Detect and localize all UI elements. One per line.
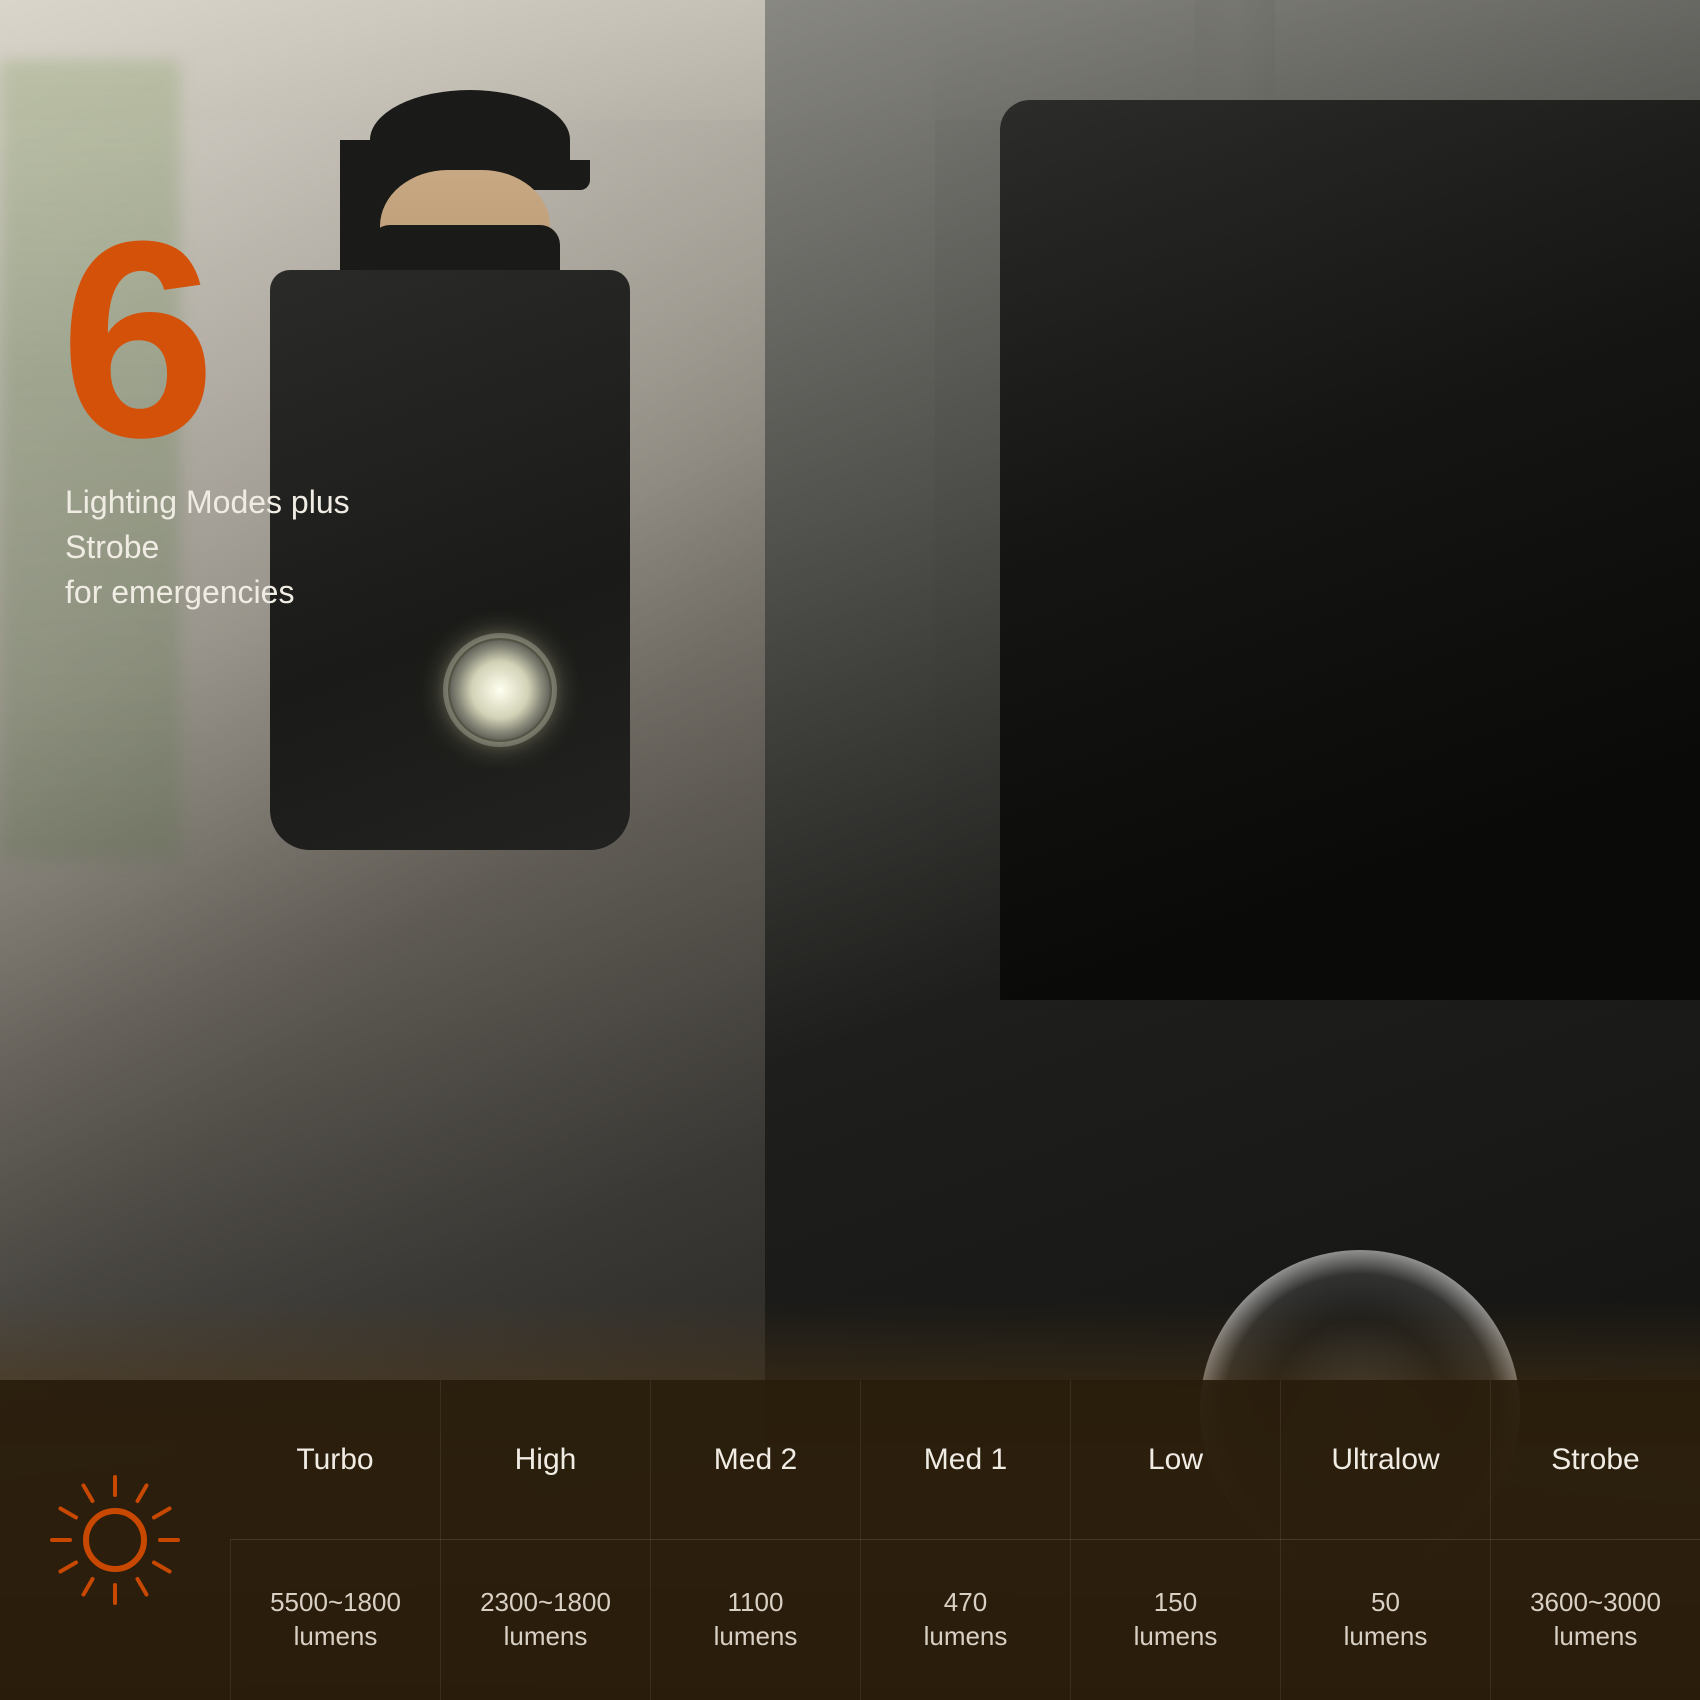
mode-name-low: Low — [1070, 1380, 1280, 1540]
sun-ray-9 — [50, 1538, 72, 1542]
mode-name-ultralow: Ultralow — [1280, 1380, 1490, 1540]
modes-grid: Turbo High Med 2 Med 1 Low Ultralow Stro… — [230, 1380, 1700, 1700]
sun-ray-0 — [113, 1475, 117, 1497]
sun-ray-6 — [113, 1583, 117, 1605]
car-body — [1000, 100, 1700, 1000]
sun-ray-2 — [151, 1506, 172, 1520]
mode-name-high: High — [440, 1380, 650, 1540]
sun-ray-8 — [58, 1560, 79, 1574]
sun-area — [0, 1380, 230, 1700]
mode-name-turbo: Turbo — [230, 1380, 440, 1540]
sun-ray-3 — [158, 1538, 180, 1542]
main-container: 6 Lighting Modes plus Strobe for emergen… — [0, 0, 1700, 1700]
mode-value-low: 150 lumens — [1070, 1540, 1280, 1700]
mode-value-turbo: 5500~1800 lumens — [230, 1540, 440, 1700]
sun-ray-5 — [135, 1576, 149, 1597]
mode-value-ultralow: 50 lumens — [1280, 1540, 1490, 1700]
person-head — [350, 80, 570, 280]
sun-circle — [83, 1508, 147, 1572]
bottom-bar: Turbo High Med 2 Med 1 Low Ultralow Stro… — [0, 1380, 1700, 1700]
mode-value-strobe: 3600~3000 lumens — [1490, 1540, 1700, 1700]
sun-icon — [50, 1475, 180, 1605]
flashlight — [450, 640, 550, 740]
mode-name-strobe: Strobe — [1490, 1380, 1700, 1540]
six-number: 6 — [60, 200, 216, 480]
mode-value-med1: 470 lumens — [860, 1540, 1070, 1700]
sun-ray-11 — [81, 1483, 95, 1504]
lighting-line2: for emergencies — [65, 574, 294, 610]
mode-name-med1: Med 1 — [860, 1380, 1070, 1540]
mode-value-med2: 1100 lumens — [650, 1540, 860, 1700]
sun-ray-4 — [151, 1560, 172, 1574]
mode-value-high: 2300~1800 lumens — [440, 1540, 650, 1700]
sun-ray-7 — [81, 1576, 95, 1597]
lighting-modes-text: Lighting Modes plus Strobe for emergenci… — [65, 480, 415, 614]
mode-divider — [230, 1539, 1700, 1540]
sun-ray-1 — [135, 1483, 149, 1504]
sun-ray-10 — [58, 1506, 79, 1520]
lighting-line1: Lighting Modes plus Strobe — [65, 484, 350, 565]
mode-name-med2: Med 2 — [650, 1380, 860, 1540]
